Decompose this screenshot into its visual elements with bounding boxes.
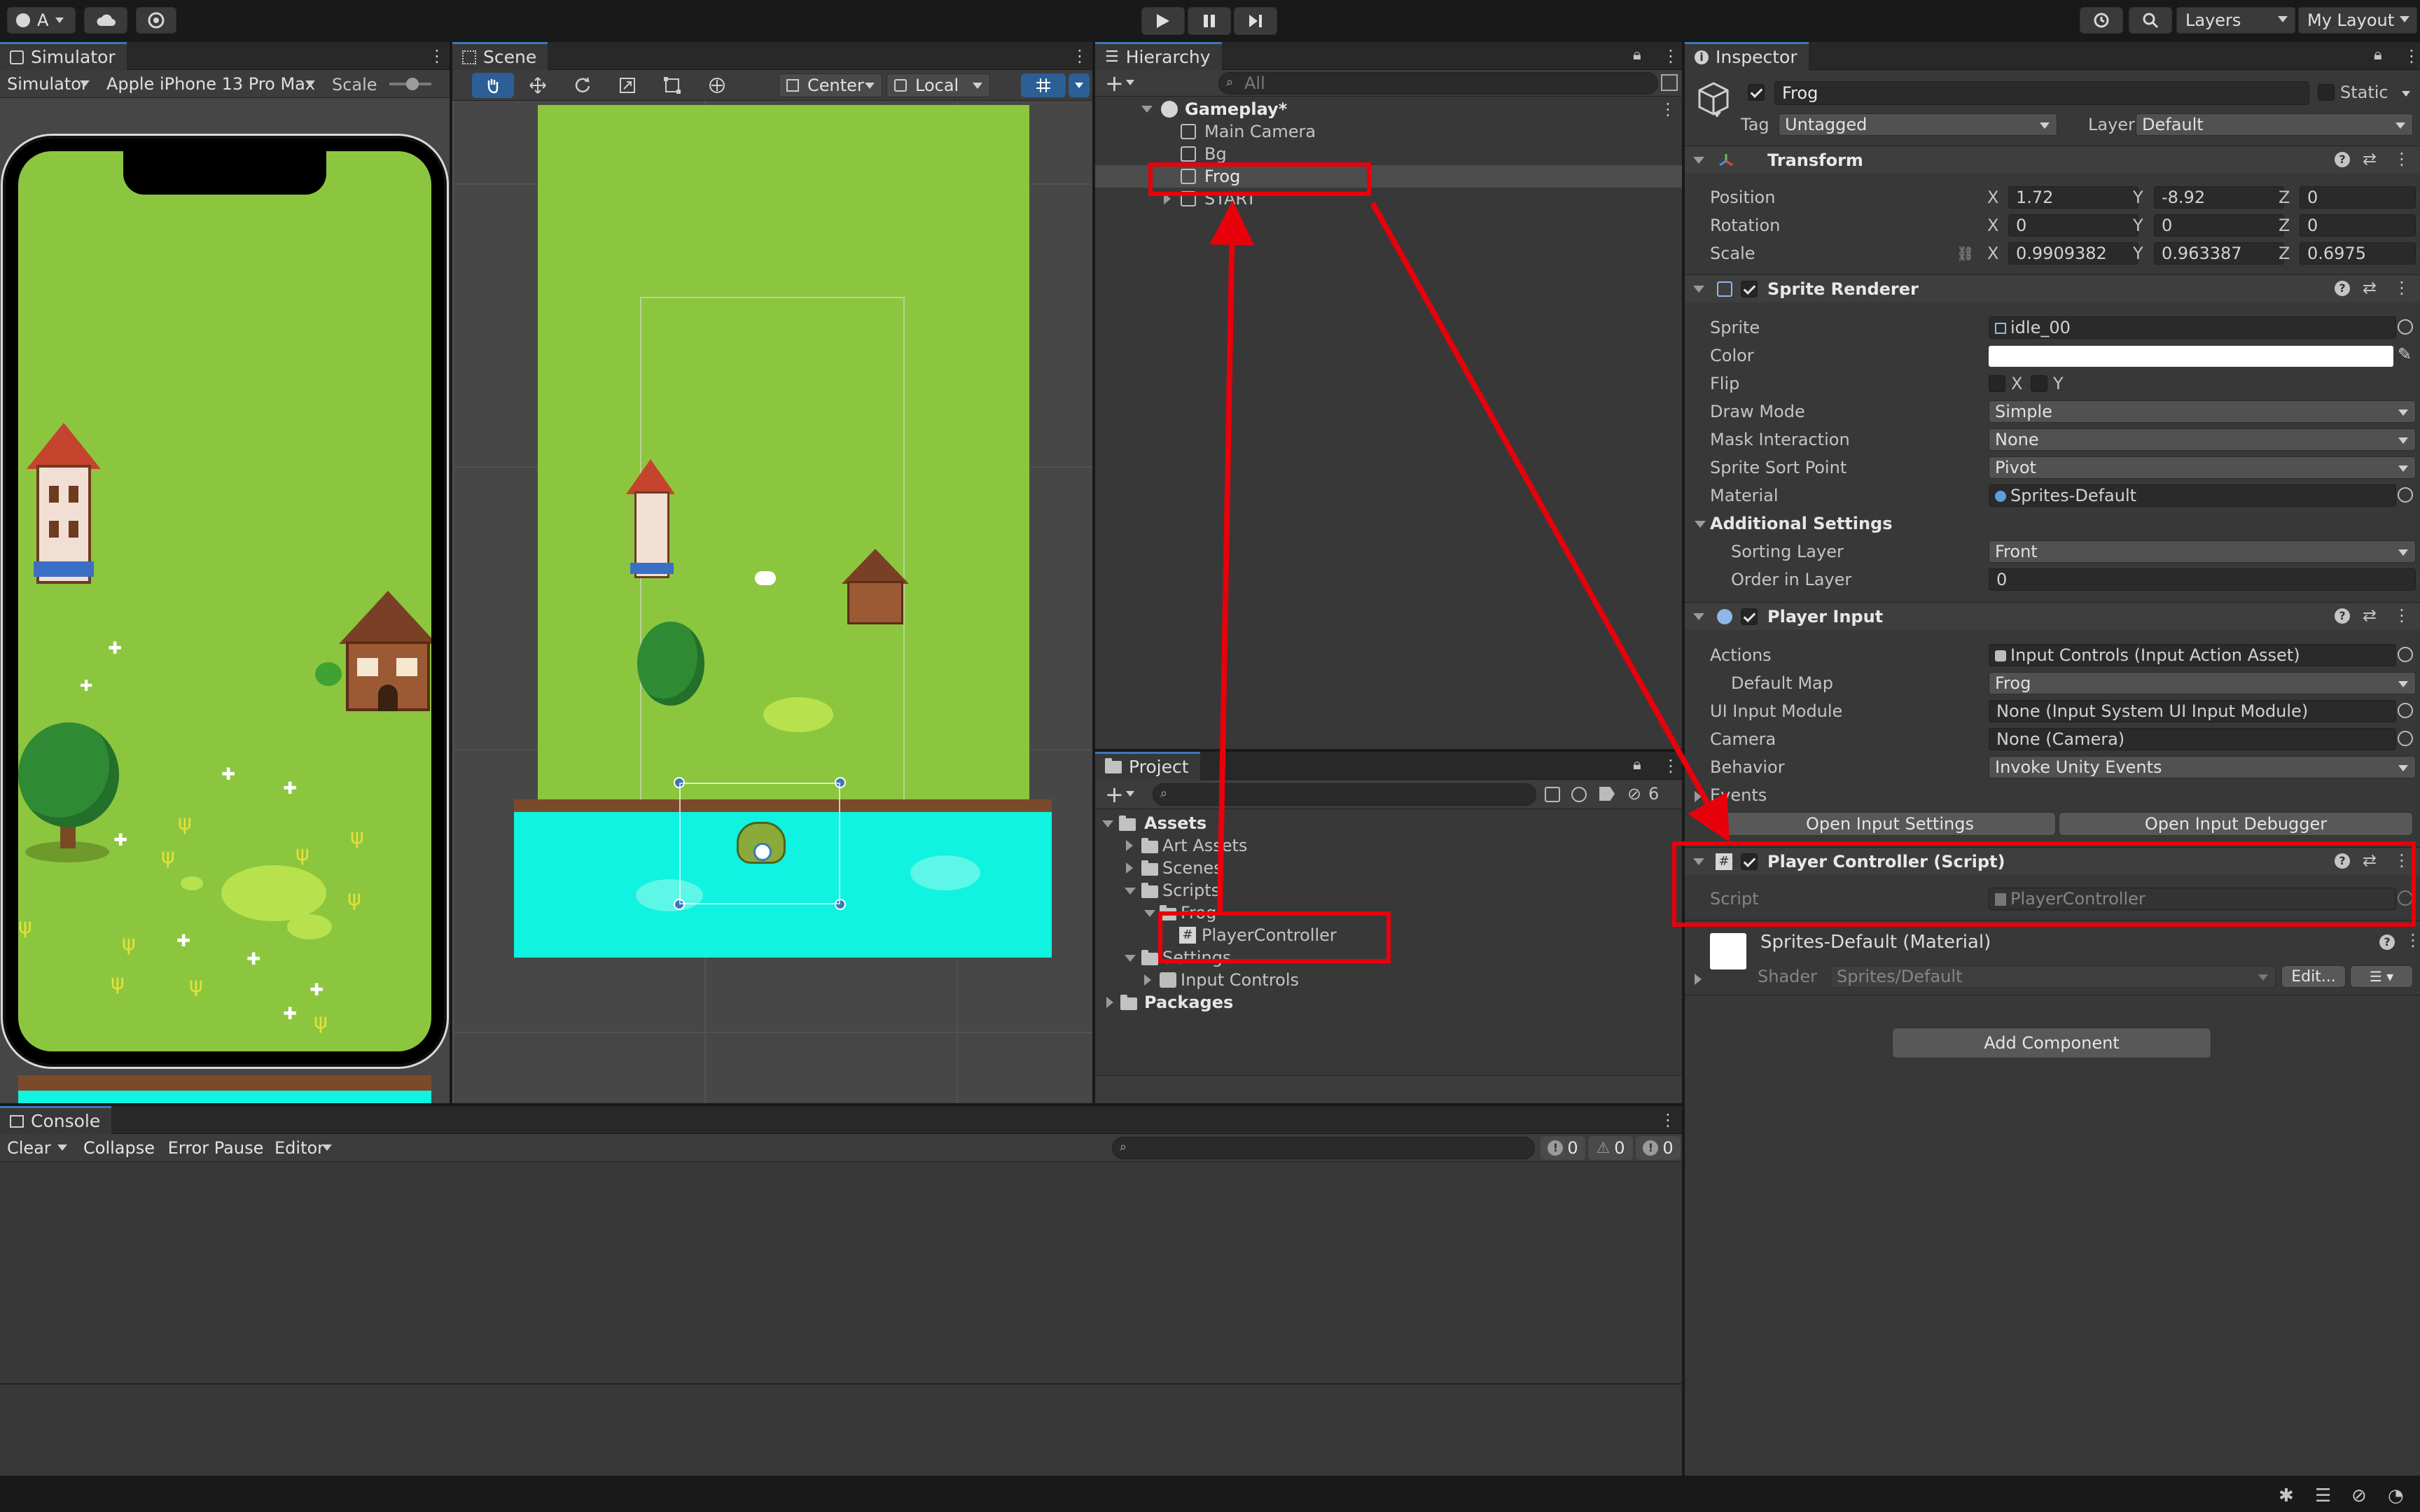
- arrow-hierarchy-to-inspector: [1370, 202, 1730, 842]
- arrow-script-to-hierarchy: [1209, 200, 1255, 912]
- annotation-arrows: [1209, 200, 1730, 912]
